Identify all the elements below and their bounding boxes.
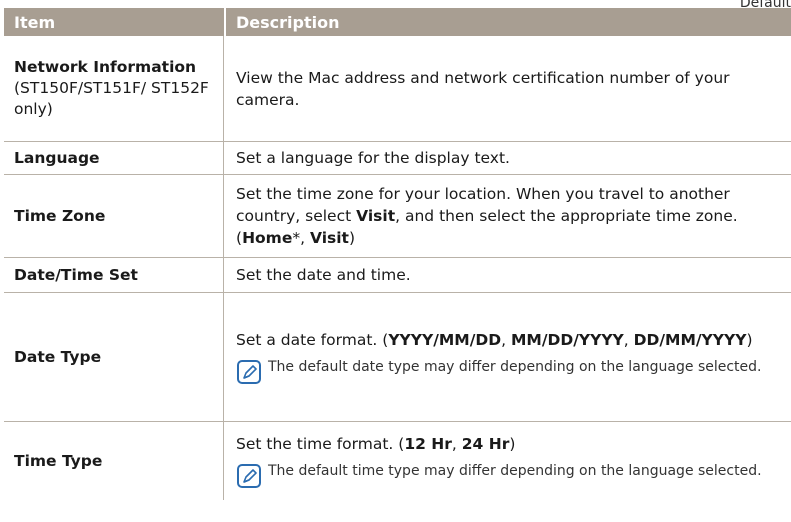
item-label: Date/Time Set — [14, 265, 138, 284]
description-cell: Set a language for the display text. — [224, 142, 791, 174]
note: The default date type may differ dependi… — [236, 357, 779, 385]
description-text: Set the time zone for your location. Whe… — [236, 185, 738, 247]
table-row-time-zone: Time Zone Set the time zone for your loc… — [4, 175, 791, 258]
settings-table: Item Description Network Information (ST… — [4, 8, 791, 500]
item-label: Language — [14, 148, 100, 167]
table-row-time-type: Time Type Set the time format. (12 Hr, 2… — [4, 422, 791, 500]
table-row-language: Language Set a language for the display … — [4, 142, 791, 175]
table-row-date-time-set: Date/Time Set Set the date and time. — [4, 258, 791, 293]
header-description: Description — [224, 8, 791, 36]
item-cell: Time Type — [4, 422, 224, 500]
item-cell: Date/Time Set — [4, 258, 224, 292]
item-label: Network Information — [14, 58, 197, 76]
description-text: Set the date and time. — [236, 266, 411, 284]
description-text: Set a language for the display text. — [236, 149, 510, 167]
description-cell: Set the date and time. — [224, 258, 791, 292]
table-header: Item Description — [4, 8, 791, 36]
item-cell: Network Information (ST150F/ST151F/ ST15… — [4, 36, 224, 141]
description-text: Set a date format. (YYYY/MM/DD, MM/DD/YY… — [236, 331, 753, 349]
description-text: View the Mac address and network certifi… — [236, 68, 730, 109]
description-cell: Set the time zone for your location. Whe… — [224, 175, 791, 257]
description-cell: Set a date format. (YYYY/MM/DD, MM/DD/YY… — [224, 293, 791, 421]
item-label: Time Type — [14, 451, 103, 470]
item-cell: Language — [4, 142, 224, 174]
description-cell: Set the time format. (12 Hr, 24 Hr) The … — [224, 422, 791, 500]
note-pencil-icon — [237, 464, 261, 488]
table-row-date-type: Date Type Set a date format. (YYYY/MM/DD… — [4, 293, 791, 422]
item-sublabel: (ST150F/ST151F/ ST152F only) — [14, 79, 209, 118]
item-label: Time Zone — [14, 206, 106, 225]
item-cell: Time Zone — [4, 175, 224, 257]
description-text: Set the time format. (12 Hr, 24 Hr) — [236, 435, 516, 453]
description-cell: View the Mac address and network certifi… — [224, 36, 791, 141]
item-label: Date Type — [14, 347, 102, 366]
note-pencil-icon — [237, 360, 261, 384]
note-text: The default date type may differ dependi… — [268, 359, 762, 375]
table-row-network-information: Network Information (ST150F/ST151F/ ST15… — [4, 36, 791, 142]
header-item: Item — [14, 12, 56, 32]
note: The default time type may differ dependi… — [236, 461, 779, 489]
item-cell: Date Type — [4, 293, 224, 421]
note-text: The default time type may differ dependi… — [268, 463, 762, 479]
